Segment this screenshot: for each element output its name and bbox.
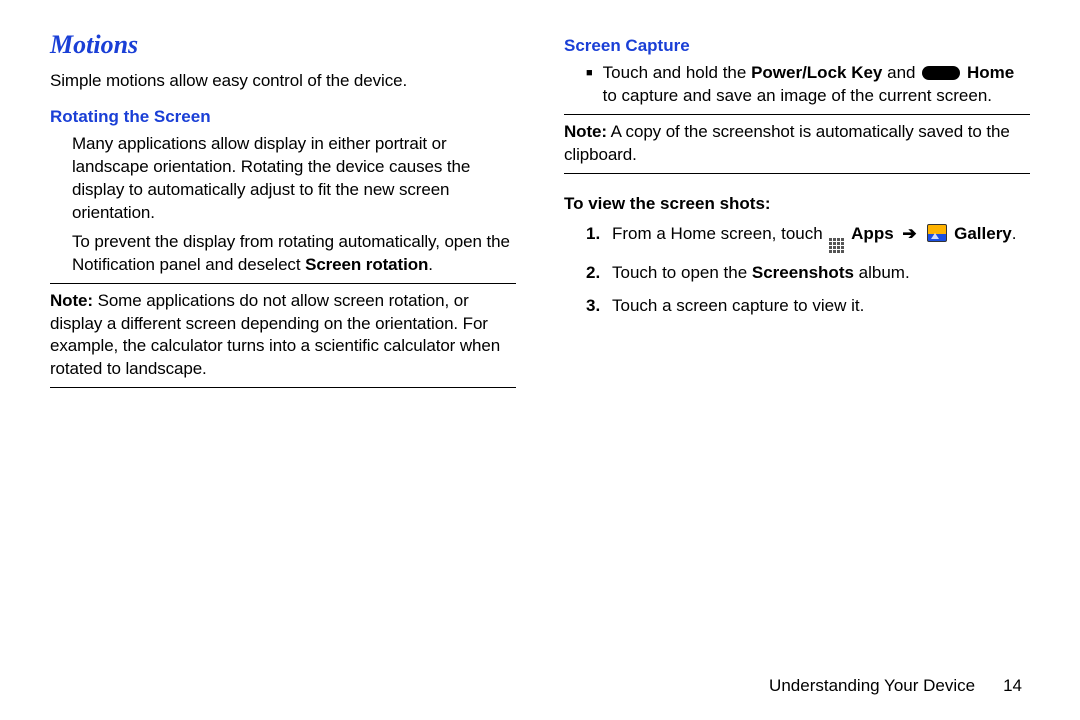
rotating-note: Note: Some applications do not allow scr… (50, 290, 516, 382)
screenshots-term: Screenshots (752, 263, 854, 282)
note-label: Note: (564, 122, 607, 141)
screen-rotation-term: Screen rotation (305, 255, 428, 274)
left-column: Motions Simple motions allow easy contro… (50, 30, 516, 676)
rotating-paragraph-1: Many applications allow display in eithe… (72, 133, 516, 225)
bullet-text: Touch and hold the Power/Lock Key and Ho… (603, 62, 1030, 108)
step2-pre: Touch to open the (612, 263, 752, 282)
rotating-p2-prefix: To prevent the display from rotating aut… (72, 232, 510, 274)
step1-pre: From a Home screen, touch (612, 224, 827, 243)
step2-post: album. (854, 263, 910, 282)
section-title-motions: Motions (50, 30, 516, 60)
right-column: Screen Capture ■ Touch and hold the Powe… (564, 30, 1030, 676)
bullet-pre: Touch and hold the (603, 63, 751, 82)
home-term: Home (967, 63, 1014, 82)
rotating-paragraph-2: To prevent the display from rotating aut… (72, 231, 516, 277)
rotating-p2-suffix: . (428, 255, 433, 274)
step1-end: . (1012, 224, 1017, 243)
step-3: Touch a screen capture to view it. (586, 292, 1030, 319)
manual-page: Motions Simple motions allow easy contro… (0, 0, 1080, 720)
note-text: Some applications do not allow screen ro… (50, 291, 500, 379)
subsection-screen-capture-heading: Screen Capture (564, 36, 1030, 56)
bullet-icon: ■ (586, 62, 593, 108)
note-text: A copy of the screenshot is automaticall… (564, 122, 1010, 164)
gallery-icon (927, 224, 947, 242)
divider (50, 283, 516, 284)
view-steps-list: From a Home screen, touch Apps ➔ Gallery… (586, 220, 1030, 319)
divider (50, 387, 516, 388)
divider (564, 173, 1030, 174)
intro-text: Simple motions allow easy control of the… (50, 70, 516, 93)
subsection-rotating-heading: Rotating the Screen (50, 107, 516, 127)
screen-capture-bullet: ■ Touch and hold the Power/Lock Key and … (586, 62, 1030, 108)
apps-term: Apps (851, 224, 894, 243)
step-2: Touch to open the Screenshots album. (586, 259, 1030, 286)
gallery-term: Gallery (954, 224, 1012, 243)
view-screenshots-subhead: To view the screen shots: (564, 194, 1030, 214)
capture-note: Note: A copy of the screenshot is automa… (564, 121, 1030, 167)
home-button-icon (922, 66, 960, 80)
arrow-icon: ➔ (902, 224, 916, 243)
chapter-label: Understanding Your Device (769, 676, 975, 695)
bullet-post: to capture and save an image of the curr… (603, 86, 992, 105)
note-label: Note: (50, 291, 93, 310)
apps-icon (829, 238, 844, 253)
columns: Motions Simple motions allow easy contro… (50, 30, 1030, 676)
bullet-and: and (882, 63, 920, 82)
page-footer: Understanding Your Device 14 (50, 676, 1030, 696)
divider (564, 114, 1030, 115)
step-1: From a Home screen, touch Apps ➔ Gallery… (586, 220, 1030, 253)
power-lock-key-term: Power/Lock Key (751, 63, 882, 82)
page-number: 14 (1003, 676, 1022, 695)
